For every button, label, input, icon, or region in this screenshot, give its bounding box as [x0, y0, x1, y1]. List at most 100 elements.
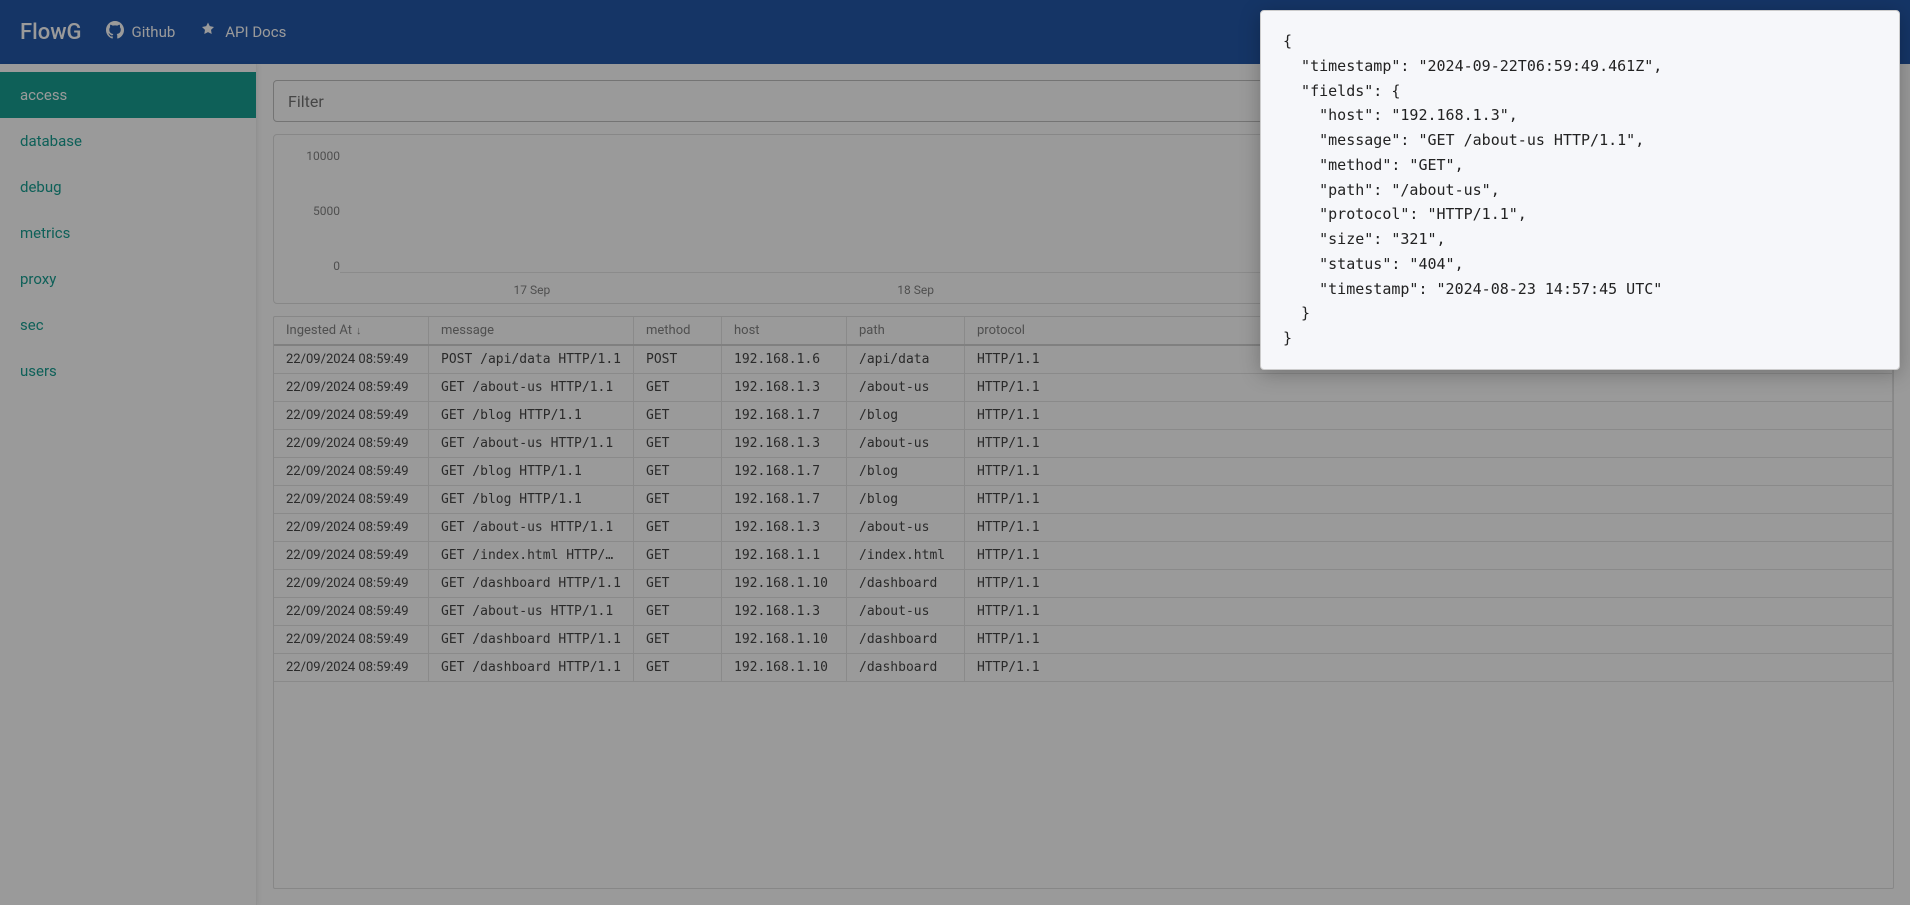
cell-message: GET /blog HTTP/1.1	[429, 458, 634, 485]
cell-ingested_at: 22/09/2024 08:59:49	[274, 570, 429, 597]
nav-github[interactable]: Github	[106, 21, 176, 43]
cell-message: GET /index.html HTTP/1.1	[429, 542, 634, 569]
table-row[interactable]: 22/09/2024 08:59:49GET /blog HTTP/1.1GET…	[274, 402, 1893, 430]
cell-ingested_at: 22/09/2024 08:59:49	[274, 514, 429, 541]
cell-protocol: HTTP/1.1	[965, 402, 1893, 429]
cell-message: GET /dashboard HTTP/1.1	[429, 654, 634, 681]
cell-host: 192.168.1.10	[722, 570, 847, 597]
table-row[interactable]: 22/09/2024 08:59:49GET /dashboard HTTP/1…	[274, 626, 1893, 654]
cell-host: 192.168.1.10	[722, 654, 847, 681]
cell-ingested_at: 22/09/2024 08:59:49	[274, 486, 429, 513]
cell-method: GET	[634, 458, 722, 485]
cell-path: /about-us	[847, 374, 965, 401]
cell-path: /dashboard	[847, 570, 965, 597]
cell-ingested_at: 22/09/2024 08:59:49	[274, 598, 429, 625]
cell-ingested_at: 22/09/2024 08:59:49	[274, 654, 429, 681]
cell-path: /blog	[847, 458, 965, 485]
sidebar-item-users[interactable]: users	[0, 348, 256, 394]
cell-host: 192.168.1.3	[722, 374, 847, 401]
cell-method: GET	[634, 626, 722, 653]
cell-path: /about-us	[847, 514, 965, 541]
cell-message: GET /dashboard HTTP/1.1	[429, 626, 634, 653]
sidebar-item-metrics[interactable]: metrics	[0, 210, 256, 256]
log-detail-panel[interactable]: { "timestamp": "2024-09-22T06:59:49.461Z…	[1260, 10, 1900, 370]
cell-message: GET /about-us HTTP/1.1	[429, 514, 634, 541]
column-header-method[interactable]: method	[634, 317, 722, 344]
sidebar-item-proxy[interactable]: proxy	[0, 256, 256, 302]
github-icon	[106, 21, 132, 43]
nav-api-docs-label: API Docs	[225, 23, 286, 41]
table-row[interactable]: 22/09/2024 08:59:49GET /blog HTTP/1.1GET…	[274, 458, 1893, 486]
cell-protocol: HTTP/1.1	[965, 374, 1893, 401]
nav-github-label: Github	[132, 23, 176, 41]
nav-api-docs[interactable]: API Docs	[199, 21, 286, 43]
cell-host: 192.168.1.3	[722, 514, 847, 541]
cell-message: GET /blog HTTP/1.1	[429, 486, 634, 513]
cell-host: 192.168.1.7	[722, 458, 847, 485]
cell-protocol: HTTP/1.1	[965, 430, 1893, 457]
cell-message: GET /dashboard HTTP/1.1	[429, 570, 634, 597]
cell-method: GET	[634, 598, 722, 625]
sidebar: accessdatabasedebugmetricsproxysecusers	[0, 64, 257, 905]
chart-x-tick: 17 Sep	[340, 283, 724, 297]
table-row[interactable]: 22/09/2024 08:59:49GET /dashboard HTTP/1…	[274, 570, 1893, 598]
column-header-path[interactable]: path	[847, 317, 965, 344]
column-header-ingested_at[interactable]: Ingested At↓	[274, 317, 429, 344]
column-header-host[interactable]: host	[722, 317, 847, 344]
sidebar-item-access[interactable]: access	[0, 72, 256, 118]
cell-message: GET /about-us HTTP/1.1	[429, 430, 634, 457]
cell-host: 192.168.1.7	[722, 402, 847, 429]
cell-path: /about-us	[847, 430, 965, 457]
cell-host: 192.168.1.6	[722, 346, 847, 373]
cell-path: /api/data	[847, 346, 965, 373]
chart-y-tick: 5000	[313, 204, 340, 218]
cell-protocol: HTTP/1.1	[965, 458, 1893, 485]
cell-method: GET	[634, 542, 722, 569]
cell-host: 192.168.1.10	[722, 626, 847, 653]
table-row[interactable]: 22/09/2024 08:59:49GET /dashboard HTTP/1…	[274, 654, 1893, 682]
sidebar-item-database[interactable]: database	[0, 118, 256, 164]
log-table: Ingested At↓messagemethodhostpathprotoco…	[273, 316, 1894, 889]
table-row[interactable]: 22/09/2024 08:59:49GET /about-us HTTP/1.…	[274, 374, 1893, 402]
table-row[interactable]: 22/09/2024 08:59:49GET /about-us HTTP/1.…	[274, 598, 1893, 626]
column-header-message[interactable]: message	[429, 317, 634, 344]
sidebar-item-sec[interactable]: sec	[0, 302, 256, 348]
filter-placeholder: Filter	[288, 92, 324, 111]
table-row[interactable]: 22/09/2024 08:59:49GET /about-us HTTP/1.…	[274, 514, 1893, 542]
cell-protocol: HTTP/1.1	[965, 654, 1893, 681]
cell-method: GET	[634, 486, 722, 513]
cell-message: GET /blog HTTP/1.1	[429, 402, 634, 429]
cell-ingested_at: 22/09/2024 08:59:49	[274, 626, 429, 653]
cell-method: GET	[634, 514, 722, 541]
cell-protocol: HTTP/1.1	[965, 570, 1893, 597]
cell-path: /blog	[847, 486, 965, 513]
cell-path: /index.html	[847, 542, 965, 569]
cell-ingested_at: 22/09/2024 08:59:49	[274, 458, 429, 485]
cell-ingested_at: 22/09/2024 08:59:49	[274, 374, 429, 401]
cell-host: 192.168.1.3	[722, 430, 847, 457]
cell-ingested_at: 22/09/2024 08:59:49	[274, 402, 429, 429]
app-title: FlowG	[20, 20, 82, 45]
api-icon	[199, 21, 225, 43]
cell-message: GET /about-us HTTP/1.1	[429, 374, 634, 401]
cell-path: /dashboard	[847, 654, 965, 681]
cell-message: GET /about-us HTTP/1.1	[429, 598, 634, 625]
table-row[interactable]: 22/09/2024 08:59:49GET /index.html HTTP/…	[274, 542, 1893, 570]
cell-protocol: HTTP/1.1	[965, 626, 1893, 653]
cell-ingested_at: 22/09/2024 08:59:49	[274, 430, 429, 457]
chart-y-tick: 0	[333, 259, 340, 273]
cell-host: 192.168.1.1	[722, 542, 847, 569]
cell-protocol: HTTP/1.1	[965, 542, 1893, 569]
cell-ingested_at: 22/09/2024 08:59:49	[274, 346, 429, 373]
cell-method: GET	[634, 430, 722, 457]
chart-y-tick: 10000	[306, 149, 340, 163]
cell-ingested_at: 22/09/2024 08:59:49	[274, 542, 429, 569]
sidebar-item-debug[interactable]: debug	[0, 164, 256, 210]
table-row[interactable]: 22/09/2024 08:59:49GET /blog HTTP/1.1GET…	[274, 486, 1893, 514]
cell-path: /blog	[847, 402, 965, 429]
cell-protocol: HTTP/1.1	[965, 514, 1893, 541]
cell-host: 192.168.1.7	[722, 486, 847, 513]
table-row[interactable]: 22/09/2024 08:59:49GET /about-us HTTP/1.…	[274, 430, 1893, 458]
cell-message: POST /api/data HTTP/1.1	[429, 346, 634, 373]
chart-x-tick: 18 Sep	[724, 283, 1108, 297]
